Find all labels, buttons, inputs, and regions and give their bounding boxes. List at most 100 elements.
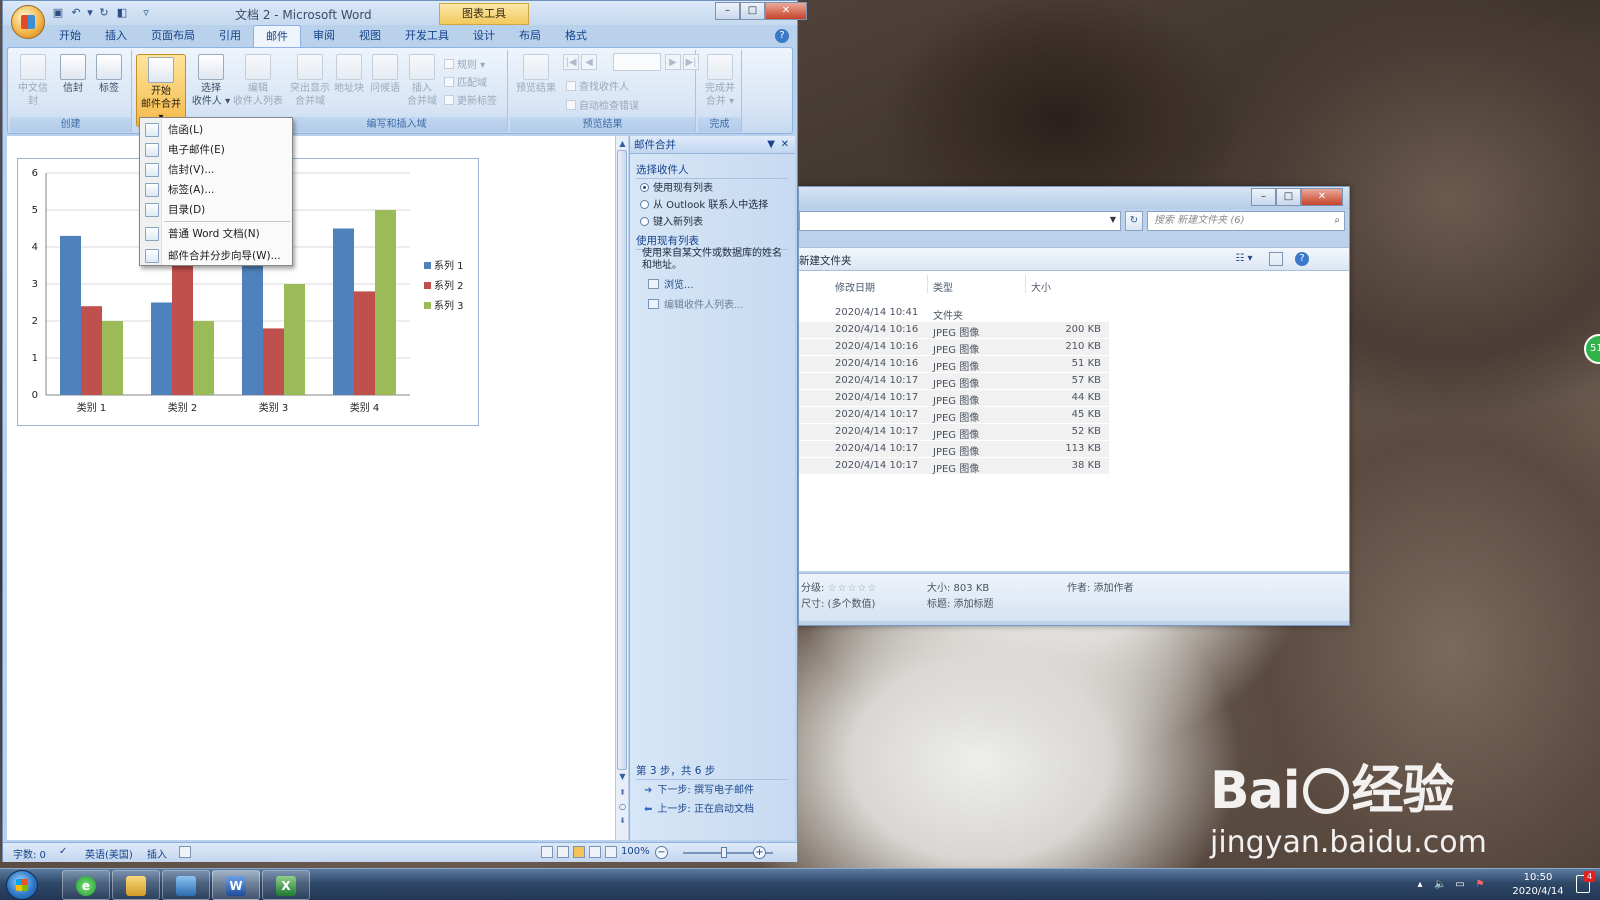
column-size[interactable]: 大小 — [1031, 279, 1051, 294]
address-bar[interactable]: ▼ — [799, 211, 1121, 231]
chinese-envelope-button[interactable]: 中文信封 — [14, 54, 52, 108]
menu-item-3[interactable]: 标签(A)... — [142, 180, 290, 200]
labels-button[interactable]: 标签 — [92, 54, 126, 95]
print-preview-icon[interactable]: ◧ — [115, 6, 129, 20]
rules-button[interactable]: 规则 ▾ — [444, 56, 485, 71]
previous-record-icon[interactable]: ◀ — [581, 54, 597, 70]
browse-link[interactable]: 浏览... — [648, 276, 694, 291]
find-recipient-button[interactable]: 查找收件人 — [566, 78, 629, 93]
undo-dropdown-icon[interactable]: ▾ — [83, 6, 97, 20]
update-labels-button[interactable]: 更新标签 — [444, 92, 497, 107]
view-options-icon[interactable]: ☷ ▾ — [1231, 252, 1257, 266]
tab-10[interactable]: 格式 — [553, 25, 599, 47]
select-recipients-button[interactable]: 选择 收件人 ▾ — [190, 54, 232, 108]
vertical-scrollbar[interactable]: ▲ ▼ ⇞ ○ ⇟ — [615, 136, 628, 840]
outline-view-icon[interactable] — [589, 846, 601, 858]
previous-step-link[interactable]: ⬅ 上一步: 正在启动文档 — [644, 800, 754, 815]
tab-6[interactable]: 视图 — [347, 25, 393, 47]
zoom-slider-thumb[interactable] — [721, 847, 727, 858]
menu-item-2[interactable]: 信封(V)... — [142, 160, 290, 180]
first-record-icon[interactable]: |◀ — [563, 54, 579, 70]
help-icon[interactable]: ? — [1295, 252, 1309, 266]
file-row[interactable]: 2020/4/14 10:17 JPEG 图像 113 KB — [799, 441, 1109, 458]
proofing-icon[interactable]: ✓ — [59, 846, 67, 857]
preview-results-button[interactable]: 预览结果 — [514, 54, 558, 95]
action-center-flag-icon[interactable]: ⚑ — [1474, 879, 1486, 891]
taskbar-app-media[interactable] — [162, 870, 210, 900]
customize-qat-icon[interactable]: ▿ — [139, 6, 153, 20]
undo-icon[interactable]: ↶ — [69, 6, 83, 20]
file-row[interactable]: 2020/4/14 10:17 JPEG 图像 52 KB — [799, 424, 1109, 441]
prev-page-icon[interactable]: ⇞ — [618, 788, 627, 797]
zoom-level[interactable]: 100% — [621, 846, 650, 857]
network-icon[interactable]: ▭ — [1454, 879, 1466, 891]
taskbar-app-excel[interactable]: X — [262, 870, 310, 900]
minimize-button[interactable]: – — [715, 2, 740, 20]
file-row[interactable]: 2020/4/14 10:17 JPEG 图像 44 KB — [799, 390, 1109, 407]
greeting-line-button[interactable]: 问候语 — [368, 54, 402, 95]
taskbar-app-word[interactable]: W — [212, 870, 260, 900]
save-icon[interactable]: ▣ — [51, 6, 65, 20]
last-record-icon[interactable]: ▶| — [683, 54, 699, 70]
close-button[interactable]: ✕ — [1301, 188, 1343, 206]
next-step-link[interactable]: ➜ 下一步: 撰写电子邮件 — [644, 781, 754, 796]
web-layout-view-icon[interactable] — [573, 846, 585, 858]
tab-1[interactable]: 插入 — [93, 25, 139, 47]
next-record-icon[interactable]: ▶ — [665, 54, 681, 70]
menu-item-6[interactable]: 邮件合并分步向导(W)... — [142, 246, 290, 266]
search-input[interactable]: 搜索 新建文件夹 (6) ⌕ — [1147, 211, 1345, 231]
word-count[interactable]: 字数: 0 — [13, 846, 46, 861]
tab-5[interactable]: 审阅 — [301, 25, 347, 47]
menu-item-0[interactable]: 信函(L) — [142, 120, 290, 140]
browse-object-icon[interactable]: ○ — [618, 802, 627, 811]
insert-mode-indicator[interactable]: 插入 — [147, 846, 167, 861]
address-block-button[interactable]: 地址块 — [332, 54, 366, 95]
file-row[interactable]: 2020/4/14 10:17 JPEG 图像 57 KB — [799, 373, 1109, 390]
menu-item-4[interactable]: 目录(D) — [142, 200, 290, 220]
search-icon[interactable]: ⌕ — [1334, 212, 1340, 230]
file-row[interactable]: 2020/4/14 10:16 JPEG 图像 210 KB — [799, 339, 1109, 356]
file-row[interactable]: 2020/4/14 10:17 JPEG 图像 45 KB — [799, 407, 1109, 424]
notification-icon[interactable]: 4 — [1576, 871, 1595, 893]
menu-item-5[interactable]: 普通 Word 文档(N) — [142, 224, 290, 244]
tab-0[interactable]: 开始 — [47, 25, 93, 47]
file-row[interactable]: 2020/4/14 10:16 JPEG 图像 200 KB — [799, 322, 1109, 339]
tab-2[interactable]: 页面布局 — [139, 25, 207, 47]
maximize-button[interactable]: □ — [740, 2, 765, 20]
title-field[interactable]: 标题: 添加标题 — [927, 595, 994, 610]
zoom-out-icon[interactable]: − — [655, 846, 668, 859]
rating-stars-icon[interactable]: ☆☆☆☆☆ — [828, 583, 878, 594]
file-row[interactable]: 2020/4/14 10:41 文件夹 — [799, 305, 1109, 322]
record-number-input[interactable] — [613, 53, 661, 71]
close-button[interactable]: ✕ — [765, 2, 807, 20]
finish-merge-button[interactable]: 完成并 合并 ▾ — [700, 54, 740, 108]
tab-3[interactable]: 引用 — [207, 25, 253, 47]
clock[interactable]: 10:50 2020/4/14 — [1508, 871, 1568, 899]
scroll-up-icon[interactable]: ▲ — [618, 139, 627, 148]
radio-existing-list[interactable]: 使用现有列表 — [640, 179, 713, 194]
minimize-button[interactable]: – — [1251, 188, 1276, 206]
chevron-down-icon[interactable]: ▼ — [1110, 215, 1116, 224]
document-page[interactable]: 0 1 2 3 4 5 6 类别 1 类别 2 类别 3 类别 4 系列 1 系列 2 系列 3 — [7, 136, 615, 840]
edit-recipient-list-button[interactable]: 编辑 收件人列表 — [232, 54, 284, 108]
column-type[interactable]: 类型 — [933, 279, 953, 294]
author-field[interactable]: 作者: 添加作者 — [1067, 579, 1134, 594]
next-page-icon[interactable]: ⇟ — [618, 816, 627, 825]
tab-8[interactable]: 设计 — [461, 25, 507, 47]
redo-icon[interactable]: ↻ — [97, 6, 111, 20]
edit-recipient-list-link[interactable]: 编辑收件人列表... — [648, 296, 744, 311]
file-row[interactable]: 2020/4/14 10:17 JPEG 图像 38 KB — [799, 458, 1109, 475]
help-icon[interactable]: ? — [775, 29, 789, 43]
auto-check-errors-button[interactable]: 自动检查错误 — [566, 97, 639, 112]
draft-view-icon[interactable] — [605, 846, 617, 858]
insert-merge-field-button[interactable]: 插入 合并域 — [404, 54, 440, 108]
scroll-down-icon[interactable]: ▼ — [618, 772, 627, 781]
full-screen-view-icon[interactable] — [557, 846, 569, 858]
macro-record-icon[interactable] — [179, 846, 191, 858]
volume-icon[interactable]: 🔈 — [1434, 879, 1446, 891]
print-layout-view-icon[interactable] — [541, 846, 553, 858]
refresh-button[interactable]: ↻ — [1125, 211, 1143, 231]
taskbar-app-explorer[interactable] — [112, 870, 160, 900]
file-row[interactable]: 2020/4/14 10:16 JPEG 图像 51 KB — [799, 356, 1109, 373]
highlight-merge-fields-button[interactable]: 突出显示 合并域 — [290, 54, 330, 108]
